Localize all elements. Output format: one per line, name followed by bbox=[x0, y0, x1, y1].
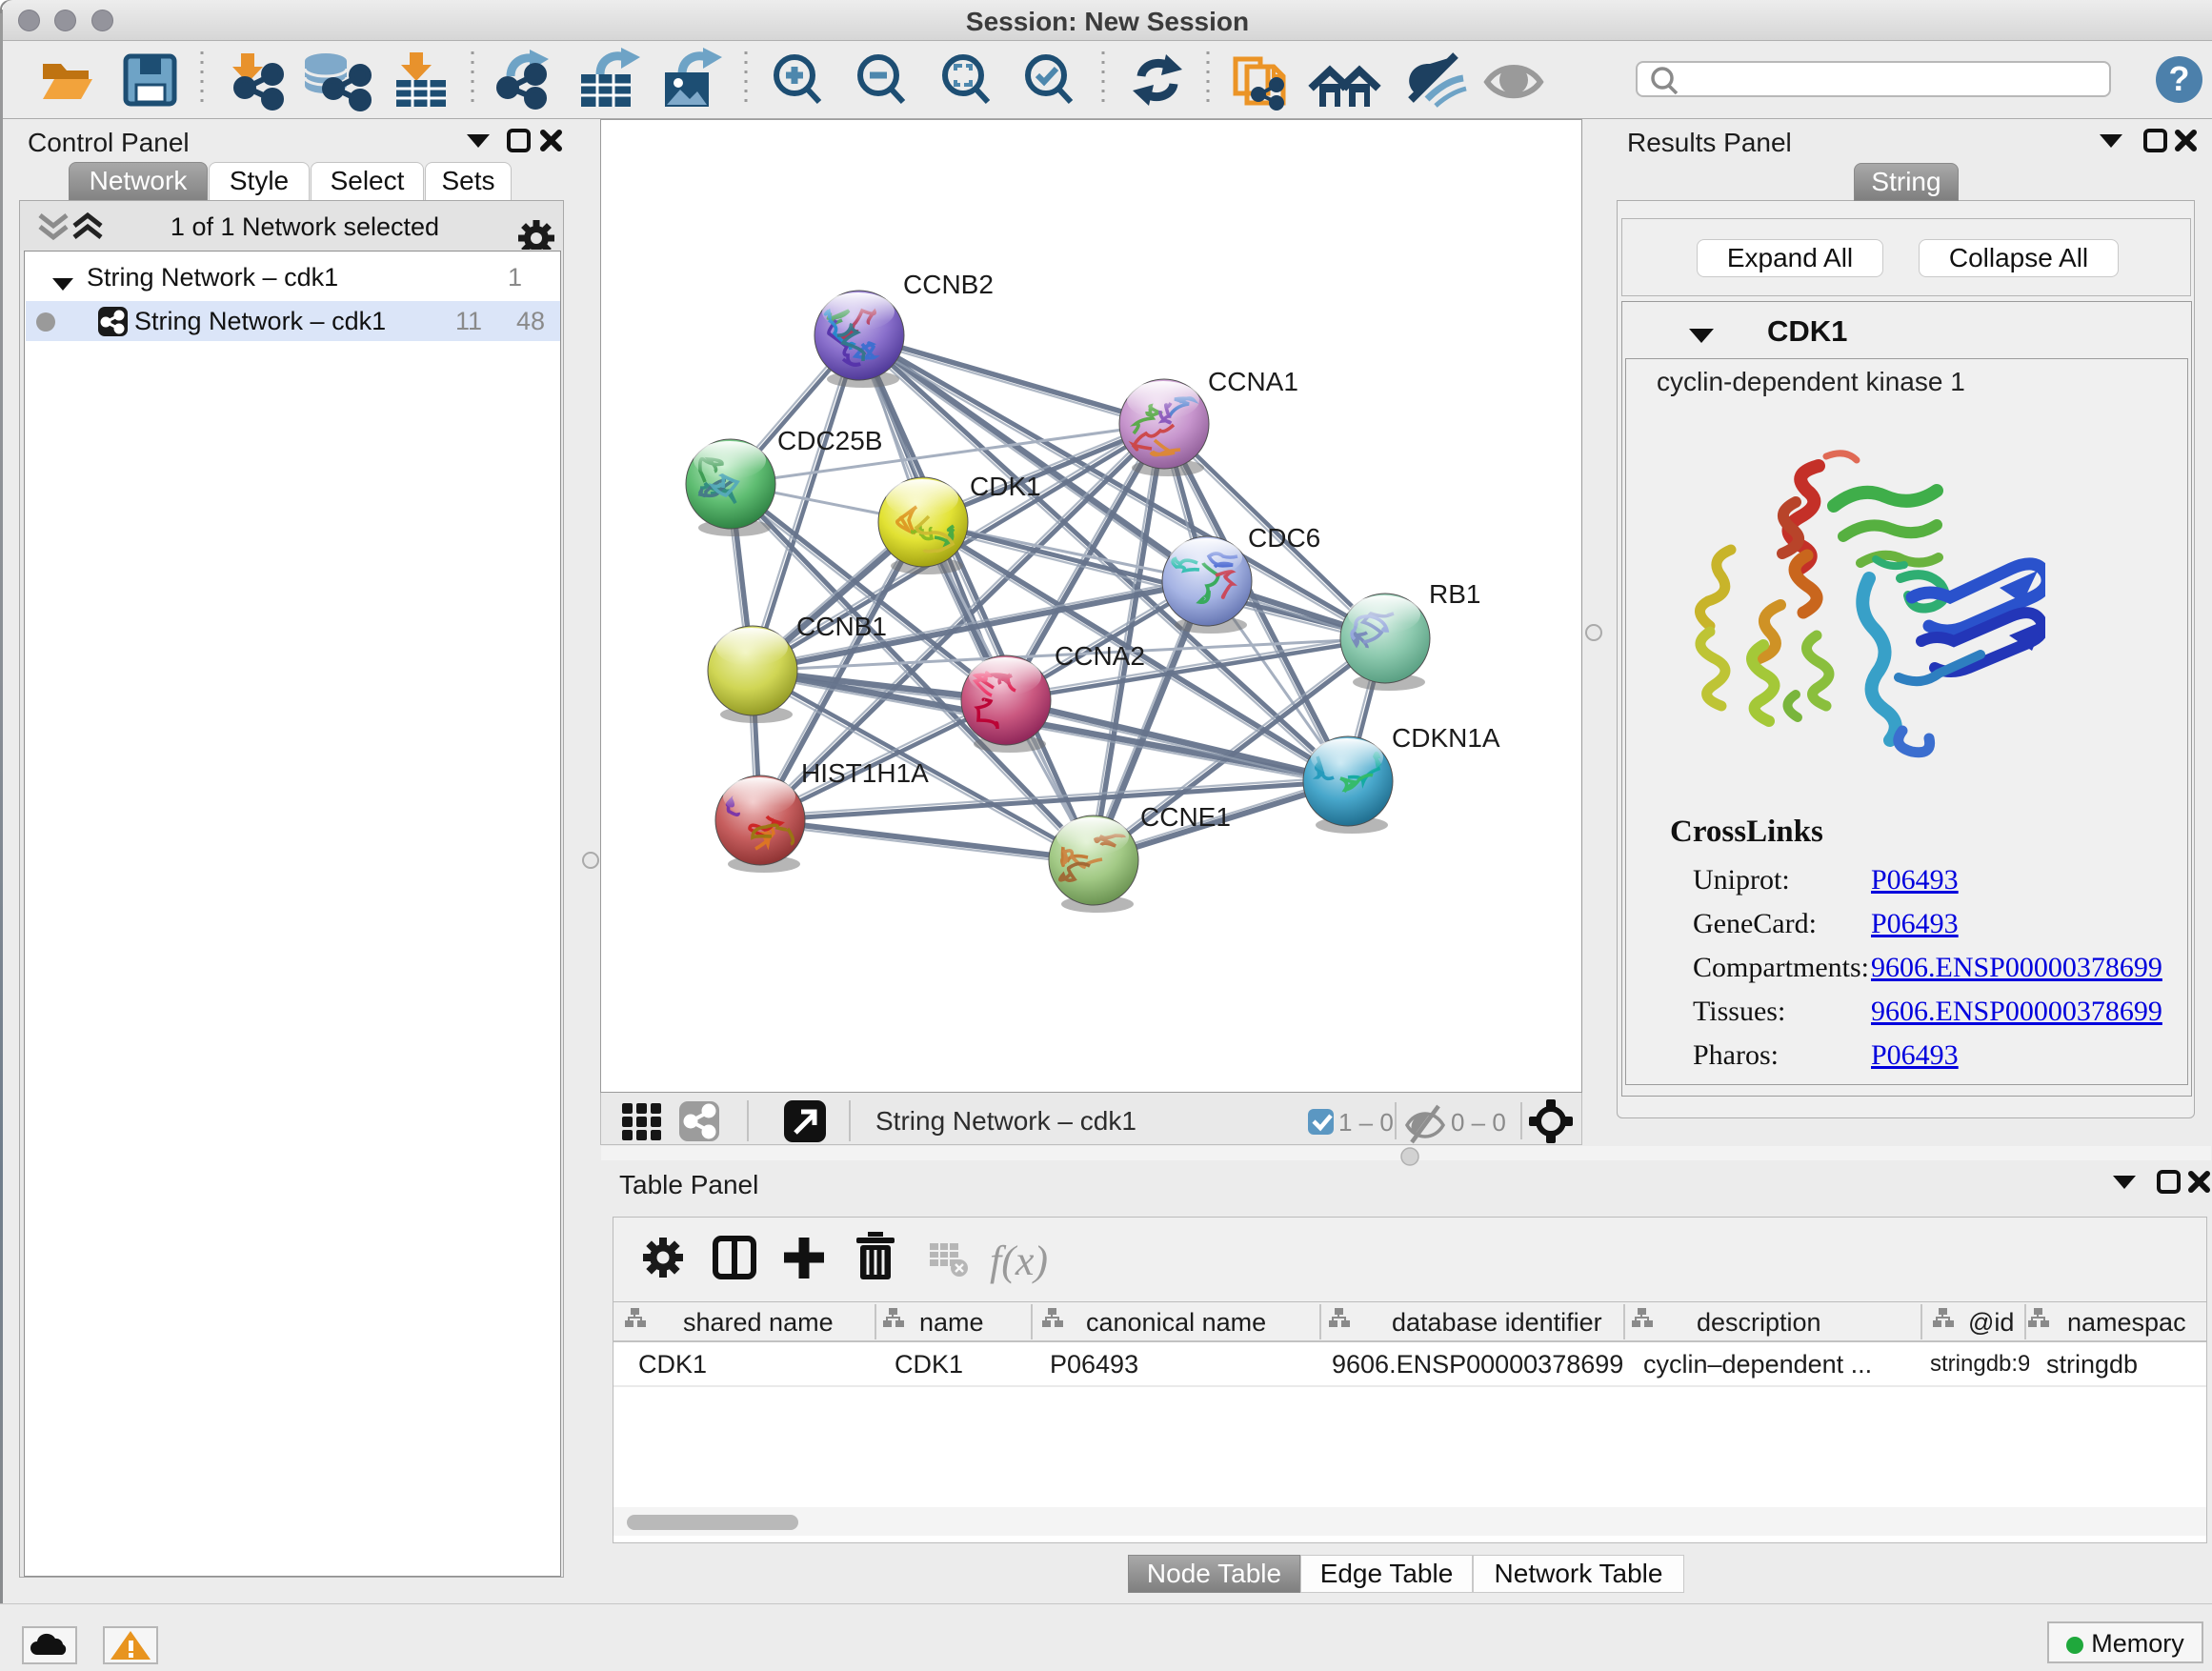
svg-text:stringdb: stringdb bbox=[2046, 1350, 2138, 1379]
svg-text:canonical name: canonical name bbox=[1086, 1308, 1266, 1337]
svg-text:f(x): f(x) bbox=[990, 1238, 1048, 1284]
svg-text:CDC25B: CDC25B bbox=[777, 426, 882, 455]
svg-text:1 – 0: 1 – 0 bbox=[1338, 1108, 1394, 1137]
svg-text:String Network – cdk1: String Network – cdk1 bbox=[875, 1106, 1136, 1136]
svg-text:RB1: RB1 bbox=[1429, 579, 1480, 609]
svg-text:0 – 0: 0 – 0 bbox=[1451, 1108, 1506, 1137]
svg-text:name: name bbox=[919, 1308, 984, 1337]
svg-text:@id: @id bbox=[1968, 1308, 2014, 1337]
svg-text:CCNB1: CCNB1 bbox=[796, 612, 887, 641]
svg-text:namespac: namespac bbox=[2067, 1308, 2186, 1337]
svg-text:CDK1: CDK1 bbox=[970, 472, 1041, 501]
svg-text:P06493: P06493 bbox=[1050, 1350, 1138, 1379]
svg-text:CCNB2: CCNB2 bbox=[903, 270, 994, 299]
svg-text:CCNE1: CCNE1 bbox=[1140, 802, 1231, 832]
svg-text:CCNA1: CCNA1 bbox=[1208, 367, 1298, 396]
svg-text:HIST1H1A: HIST1H1A bbox=[801, 758, 929, 788]
svg-text:CDK1: CDK1 bbox=[895, 1350, 963, 1379]
svg-text:CDK1: CDK1 bbox=[638, 1350, 707, 1379]
svg-text:shared name: shared name bbox=[683, 1308, 834, 1337]
svg-text:CCNA2: CCNA2 bbox=[1055, 641, 1145, 671]
svg-text:stringdb:9...: stringdb:9... bbox=[1930, 1351, 2049, 1377]
svg-text:cyclin–dependent ...: cyclin–dependent ... bbox=[1643, 1350, 1872, 1379]
svg-text:description: description bbox=[1697, 1308, 1821, 1337]
svg-text:CDKN1A: CDKN1A bbox=[1392, 723, 1500, 753]
svg-text:CDC6: CDC6 bbox=[1248, 523, 1320, 553]
svg-text:database identifier: database identifier bbox=[1392, 1308, 1602, 1337]
svg-text:9606.ENSP00000378699: 9606.ENSP00000378699 bbox=[1332, 1350, 1623, 1379]
